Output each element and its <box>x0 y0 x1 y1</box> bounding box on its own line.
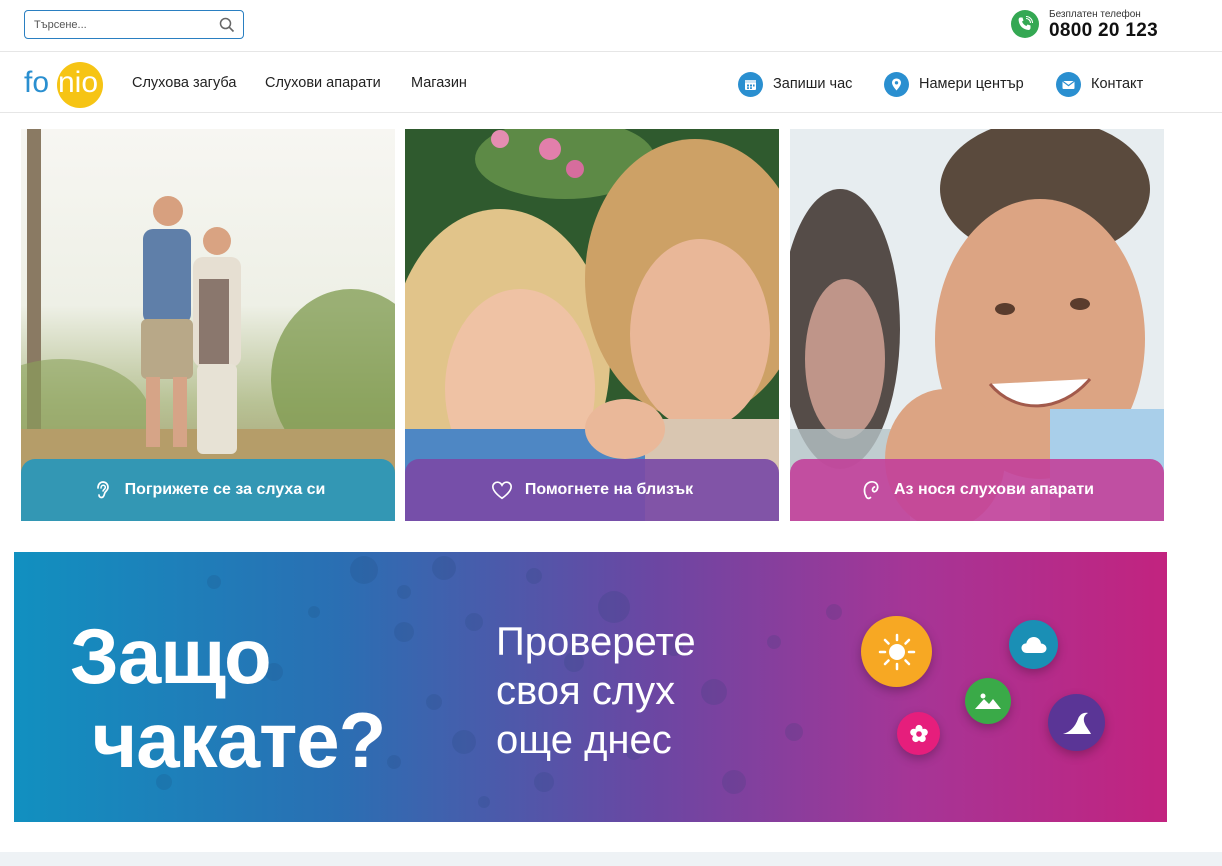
search-input[interactable] <box>25 11 215 38</box>
fonio-logo[interactable]: fo nio <box>24 58 104 108</box>
phone-icon <box>1011 10 1039 38</box>
card-label: Помогнете на близък <box>524 481 694 498</box>
card-i-wear-hearing-aids[interactable]: Аз нося слухови апарати <box>790 129 1164 521</box>
phone-number[interactable]: 0800 20 123 <box>1049 20 1158 42</box>
nav-hearing-loss[interactable]: Слухова загуба <box>132 75 236 91</box>
card-band[interactable]: Погрижете се за слуха си <box>21 459 395 521</box>
banner-sub-line2: своя слух <box>496 669 676 713</box>
calendar-icon <box>738 71 763 97</box>
banner-headline-line1: Защо <box>70 612 272 700</box>
nav-book-appointment[interactable]: Запиши час <box>738 71 852 97</box>
search-icon[interactable] <box>219 17 235 33</box>
envelope-icon <box>1056 71 1081 97</box>
nav-book-appointment-label: Запиши час <box>773 76 853 92</box>
main-nav: fo nio Слухова загуба Слухови апарати Ма… <box>0 53 1222 113</box>
nav-contact[interactable]: Контакт <box>1056 71 1143 97</box>
nav-find-center-label: Намери център <box>919 76 1024 92</box>
promo-banner[interactable]: Защо чакате? Проверете своя слух още дне… <box>14 552 1167 822</box>
heart-icon <box>491 481 512 500</box>
moon-wave-icon <box>1048 694 1105 751</box>
svg-text:fo: fo <box>24 66 49 99</box>
cloud-icon <box>1009 620 1058 669</box>
mountain-icon <box>965 678 1011 724</box>
banner-subheadline: Проверете своя слух още днес <box>496 618 696 765</box>
footer-strip <box>0 852 1222 866</box>
card-help-loved-one[interactable]: Помогнете на близък <box>405 129 779 521</box>
banner-headline-line2: чакате? <box>92 696 386 784</box>
card-label: Аз нося слухови апарати <box>894 481 1094 498</box>
location-pin-icon <box>884 71 909 97</box>
hearing-aid-icon <box>863 480 879 500</box>
banner-sub-line3: още днес <box>496 718 672 762</box>
sun-icon <box>861 616 932 687</box>
card-take-care-hearing[interactable]: Погрижете се за слуха си <box>21 129 395 521</box>
phone-label: Безплатен телефон <box>1049 9 1141 20</box>
ear-icon <box>96 481 109 499</box>
flower-icon <box>897 712 940 755</box>
top-bar: Безплатен телефон 0800 20 123 <box>0 0 1222 52</box>
card-label: Погрижете се за слуха си <box>124 481 326 498</box>
nav-hearing-aids[interactable]: Слухови апарати <box>265 75 381 91</box>
banner-sub-line1: Проверете <box>496 620 696 664</box>
banner-headline: Защо чакате? <box>70 612 386 784</box>
nav-contact-label: Контакт <box>1091 76 1144 92</box>
nav-shop[interactable]: Магазин <box>411 75 467 91</box>
card-band[interactable]: Помогнете на близък <box>405 459 779 521</box>
search-box[interactable] <box>24 10 244 39</box>
svg-text:nio: nio <box>58 66 98 99</box>
card-band[interactable]: Аз нося слухови апарати <box>790 459 1164 521</box>
nav-find-center[interactable]: Намери център <box>884 71 1024 97</box>
